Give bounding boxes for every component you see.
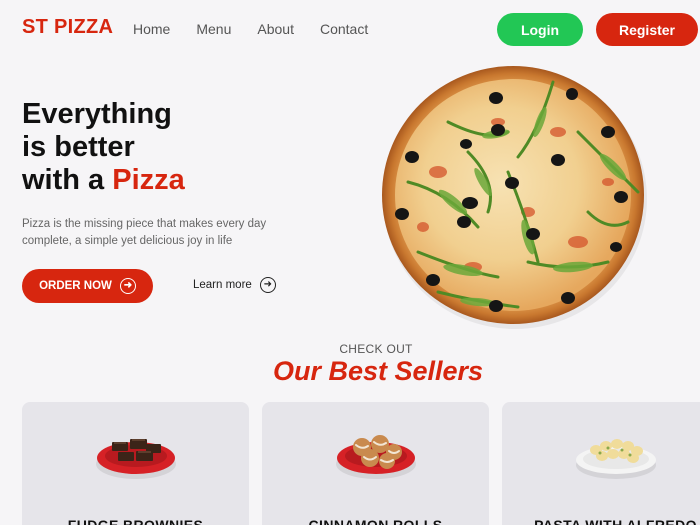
product-card-brownies[interactable]: FUDGE BROWNIES	[22, 402, 249, 525]
register-button[interactable]: Register	[596, 13, 698, 46]
product-name: PASTA WITH ALFREDO	[534, 517, 697, 525]
nav-link-about[interactable]: About	[257, 21, 294, 37]
product-card-pasta-alfredo[interactable]: PASTA WITH ALFREDO	[502, 402, 700, 525]
hero-title-line1: Everything	[22, 98, 172, 130]
hero-title: Everything is better with a Pizza	[22, 98, 185, 197]
learn-more-label: Learn more	[193, 279, 252, 291]
nav-link-contact[interactable]: Contact	[320, 21, 368, 37]
pasta-alfredo-image	[576, 439, 656, 479]
top-navbar: ST PIZZA Home Menu About Contact Login R…	[0, 0, 700, 58]
product-name: FUDGE BROWNIES	[67, 517, 204, 525]
product-name: CINNAMON ROLLS	[308, 517, 443, 525]
hero-title-line3-prefix: with a	[22, 164, 113, 196]
nav-links: Home Menu About Contact	[133, 21, 368, 37]
cinnamon-rolls-image	[336, 435, 416, 479]
order-now-button[interactable]: ORDER NOW ➜	[22, 269, 153, 303]
section-title: Our Best Sellers	[272, 356, 484, 386]
hero-pizza-image	[382, 66, 647, 329]
logo[interactable]: ST PIZZA	[22, 16, 113, 39]
order-now-label: ORDER NOW	[39, 280, 112, 292]
learn-more-link[interactable]: Learn more ➜	[193, 277, 276, 293]
nav-link-menu[interactable]: Menu	[196, 21, 231, 37]
hero-title-line2: is better	[22, 131, 135, 163]
login-button[interactable]: Login	[497, 13, 583, 46]
nav-link-home[interactable]: Home	[133, 21, 170, 37]
arrow-circle-right-icon: ➜	[119, 278, 136, 294]
hero-description: Pizza is the missing piece that makes ev…	[22, 218, 267, 247]
section-eyebrow: CHECK OUT	[339, 342, 413, 356]
product-card-cinnamon-rolls[interactable]: CINNAMON ROLLS	[262, 402, 489, 525]
brownies-image	[96, 439, 176, 479]
arrow-circle-right-icon: ➜	[259, 277, 276, 293]
hero-title-accent: Pizza	[112, 164, 185, 196]
